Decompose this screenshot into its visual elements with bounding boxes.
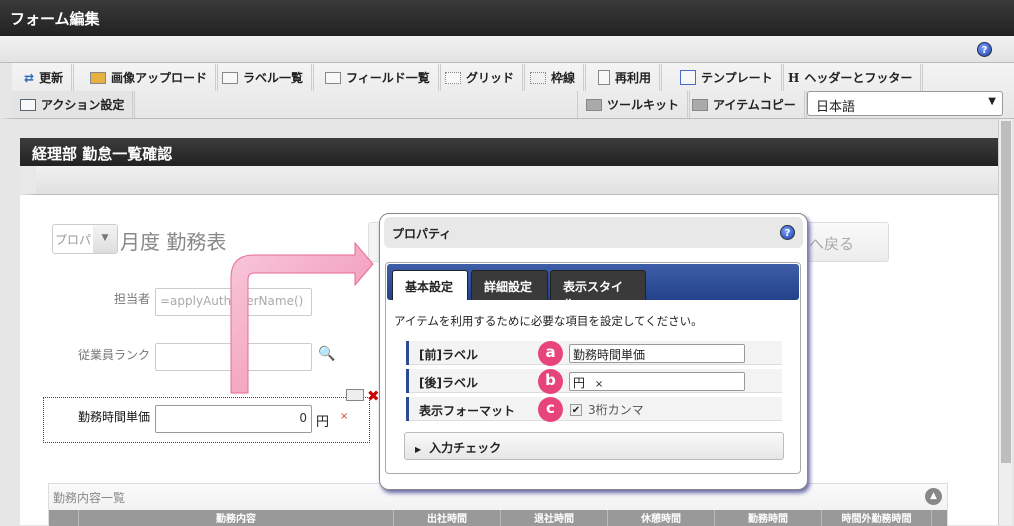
toolkit-button[interactable]: ツールキット	[577, 91, 691, 118]
field-label: 担当者	[113, 292, 150, 306]
field-label: 勤務時間単価	[77, 410, 150, 424]
header-footer-button[interactable]: H ヘッダーとフッター	[780, 64, 924, 91]
action-settings-button[interactable]: アクション設定	[12, 91, 136, 118]
reuse-button[interactable]: 再利用	[590, 64, 663, 91]
badge-c: c	[538, 397, 563, 422]
chevron-down-icon: ▼	[93, 225, 117, 253]
suffix-label: 円	[316, 415, 330, 430]
help-bar: ?	[0, 36, 1014, 63]
dialog-description: アイテムを利用するために必要な項目を設定してください。	[394, 314, 703, 328]
help-icon[interactable]: ?	[780, 225, 795, 240]
image-upload-icon	[90, 71, 106, 84]
input-check-accordion[interactable]: ▶ 入力チェック	[404, 432, 784, 460]
h-icon: H	[788, 70, 800, 85]
scrollbar[interactable]	[998, 119, 1012, 525]
form-heading: 月度 勤務表	[120, 230, 227, 254]
update-icon: ⇄	[24, 70, 35, 85]
item-copy-button[interactable]: アイテムコピー	[684, 91, 807, 118]
border-button[interactable]: 枠線	[522, 64, 587, 91]
action-icon	[20, 98, 36, 111]
dialog-title: プロパティ	[392, 227, 452, 241]
month-select[interactable]: プロパ ▼	[52, 224, 118, 254]
dialog-header: プロパティ ?	[384, 217, 803, 248]
field-label: 従業員ランク	[77, 348, 150, 362]
help-icon[interactable]: ?	[977, 42, 992, 57]
template-icon	[680, 70, 696, 85]
property-row: [前]ラベル a 勤務時間単価	[406, 341, 782, 366]
grid-icon	[445, 71, 461, 84]
grid-button[interactable]: グリッド	[437, 64, 526, 91]
toolbox-icon	[692, 98, 708, 111]
comma-checkbox[interactable]: ✔ 3桁カンマ	[570, 401, 644, 418]
after-label-input[interactable]: 円 ×	[569, 372, 745, 391]
pointer-arrow	[230, 241, 374, 394]
property-row: 表示フォーマット c ✔ 3桁カンマ	[406, 397, 782, 422]
copy-icon	[598, 70, 610, 85]
list-icon	[325, 71, 341, 84]
badge-a: a	[538, 341, 563, 366]
table-header: 勤務内容 出社時間 退社時間 休憩時間 勤務時間 時間外勤務時間	[49, 510, 947, 526]
list-icon	[222, 71, 238, 84]
chevron-right-icon: ▶	[415, 445, 422, 454]
template-button[interactable]: テンプレート	[672, 64, 784, 91]
panel-subbar	[20, 166, 998, 195]
field-list-button[interactable]: フィールド一覧	[317, 64, 441, 91]
tab-basic[interactable]: 基本設定	[392, 270, 468, 300]
tab-panel: 基本設定 詳細設定 表示スタイル アイテムを利用するために必要な項目を設定してく…	[385, 262, 801, 474]
hourly-rate-input[interactable]: 0	[155, 405, 312, 433]
remove-icon[interactable]: ×	[340, 411, 348, 422]
update-button[interactable]: ⇄ 更新	[16, 64, 75, 91]
badge-b: b	[538, 369, 563, 394]
property-row: [後]ラベル b 円 ×	[406, 369, 782, 394]
window-title: フォーム編集	[0, 0, 1014, 36]
remove-icon[interactable]: ×	[595, 379, 603, 390]
tab-bar: 基本設定 詳細設定 表示スタイル	[387, 264, 799, 311]
before-label-input[interactable]: 勤務時間単価	[569, 344, 745, 363]
tab-display-style[interactable]: 表示スタイル	[550, 270, 646, 311]
image-upload-button[interactable]: 画像アップロード	[82, 64, 219, 91]
language-select[interactable]: 日本語 ▼	[807, 91, 1003, 116]
border-icon	[530, 71, 546, 84]
label-list-button[interactable]: ラベル一覧	[214, 64, 315, 91]
toolbox-icon	[586, 98, 602, 111]
collapse-icon[interactable]: ▲	[925, 488, 942, 505]
section-title: 勤務内容一覧	[53, 491, 126, 505]
properties-dialog: プロパティ ? 基本設定 詳細設定 表示スタイル アイテムを利用するために必要な…	[379, 213, 808, 490]
panel-title: 経理部 勤怠一覧確認	[20, 138, 998, 166]
dropdown-arrow-icon: ▼	[988, 96, 996, 107]
checkbox-checked-icon[interactable]: ✔	[570, 403, 582, 416]
tab-detail[interactable]: 詳細設定	[471, 270, 548, 300]
